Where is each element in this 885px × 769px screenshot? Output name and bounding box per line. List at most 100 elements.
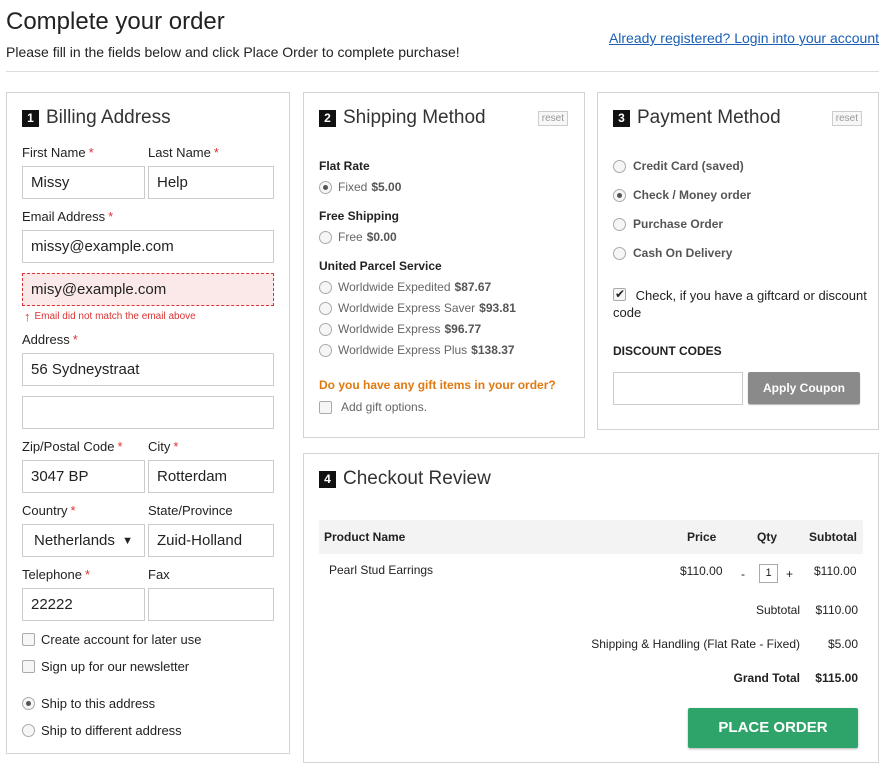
address-line2-input[interactable]: [22, 396, 274, 429]
fax-input[interactable]: [148, 588, 274, 621]
email-input[interactable]: [22, 230, 274, 263]
email-error-text: Email did not match the email above: [34, 311, 196, 322]
review-title: Checkout Review: [343, 468, 491, 489]
shipping-option[interactable]: Free $0.00: [319, 230, 397, 244]
payment-option[interactable]: Purchase Order: [613, 217, 723, 231]
shipping-option-label: Worldwide Express Plus: [338, 343, 468, 357]
grand-total-label: Grand Total: [733, 671, 800, 685]
checkbox-icon: [22, 633, 35, 646]
billing-title: Billing Address: [46, 107, 171, 128]
zip-label: Zip/Postal Code *: [22, 439, 123, 454]
telephone-input[interactable]: [22, 588, 145, 621]
country-selected-value: Netherlands: [34, 532, 115, 549]
payment-header: 3 Payment Method: [613, 107, 781, 129]
qty-input[interactable]: 1: [759, 564, 778, 583]
email-confirm-input[interactable]: [22, 273, 274, 306]
payment-option-label: Purchase Order: [633, 217, 724, 231]
radio-icon: [613, 159, 626, 173]
shipping-header: 2 Shipping Method: [319, 107, 486, 129]
last-name-input[interactable]: [148, 166, 274, 199]
payment-option-label: Cash On Delivery: [633, 246, 733, 260]
shipping-option-price: $93.81: [479, 301, 516, 315]
radio-icon: [319, 301, 332, 315]
shipping-option-label: Worldwide Expedited: [338, 280, 451, 294]
first-name-input[interactable]: [22, 166, 145, 199]
ship-same-label: Ship to this address: [41, 696, 156, 711]
newsletter-checkbox[interactable]: Sign up for our newsletter: [22, 659, 189, 674]
payment-reset-button[interactable]: reset: [831, 111, 862, 126]
shipping-option-price: $96.77: [444, 322, 482, 336]
apply-coupon-button[interactable]: Apply Coupon: [748, 372, 860, 404]
coupon-input[interactable]: [613, 372, 743, 405]
checkbox-checked-icon: [613, 286, 626, 303]
billing-panel: 1 Billing Address First Name * Last Name *…: [6, 92, 290, 754]
radio-icon: [319, 343, 332, 357]
review-panel: 4 Checkout Review Product Name Price Qty…: [303, 453, 879, 763]
giftcard-label: Check, if you have a giftcard or discoun…: [613, 288, 867, 320]
shipping-handling-value: $5.00: [827, 637, 858, 651]
create-account-checkbox[interactable]: Create account for later use: [22, 632, 201, 647]
radio-checked-icon: [319, 180, 332, 194]
qty-decrease-button[interactable]: -: [741, 567, 745, 581]
create-account-label: Create account for later use: [41, 632, 202, 647]
gift-options-checkbox[interactable]: Add gift options.: [319, 400, 427, 414]
step-number: 3: [613, 109, 630, 127]
shipping-option-label: Fixed: [338, 180, 368, 194]
shipping-option-price: $87.67: [454, 280, 492, 294]
shipping-option-label: Worldwide Express Saver: [338, 301, 476, 315]
shipping-option[interactable]: Fixed $5.00: [319, 180, 401, 194]
email-label: Email Address *: [22, 209, 114, 224]
zip-input[interactable]: [22, 460, 145, 493]
country-select[interactable]: Netherlands ▼: [22, 524, 145, 557]
payment-option-label: Credit Card (saved): [633, 159, 744, 173]
address-line1-input[interactable]: [22, 353, 274, 386]
login-link[interactable]: Already registered? Login into your acco…: [609, 30, 879, 46]
qty-increase-button[interactable]: +: [786, 567, 793, 581]
discount-codes-title: DISCOUNT CODES: [613, 344, 722, 358]
checkbox-icon: [319, 400, 332, 414]
shipping-option-label: Free: [338, 230, 363, 244]
last-name-label: Last Name *: [148, 145, 219, 160]
shipping-group-name: United Parcel Service: [319, 259, 442, 273]
subtotal-label: Subtotal: [755, 603, 800, 617]
payment-title: Payment Method: [637, 107, 781, 128]
shipping-option[interactable]: Worldwide Expedited $87.67: [319, 280, 491, 294]
shipping-option[interactable]: Worldwide Express Plus $138.37: [319, 343, 515, 357]
ship-different-label: Ship to different address: [41, 723, 182, 738]
billing-header: 1 Billing Address: [22, 107, 171, 129]
payment-option[interactable]: Cash On Delivery: [613, 246, 732, 260]
payment-option[interactable]: Credit Card (saved): [613, 159, 744, 173]
column-qty: Qty: [757, 530, 778, 544]
ship-different-radio[interactable]: Ship to different address: [22, 723, 182, 738]
radio-icon: [613, 246, 626, 260]
place-order-button[interactable]: PLACE ORDER: [688, 708, 858, 748]
shipping-title: Shipping Method: [343, 107, 486, 128]
subtotal-value: $110.00: [815, 603, 859, 617]
state-input[interactable]: [148, 524, 274, 557]
shipping-option[interactable]: Worldwide Express $96.77: [319, 322, 481, 336]
step-number: 4: [319, 470, 336, 488]
column-subtotal: Subtotal: [809, 530, 857, 544]
city-input[interactable]: [148, 460, 274, 493]
payment-option[interactable]: Check / Money order: [613, 188, 751, 202]
caret-down-icon: ▼: [122, 534, 133, 547]
state-label: State/Province: [148, 503, 233, 518]
country-label: Country *: [22, 503, 76, 518]
radio-icon: [613, 217, 626, 231]
address-label: Address *: [22, 332, 78, 347]
fax-label: Fax: [148, 567, 170, 582]
step-number: 2: [319, 109, 336, 127]
shipping-option-price: $0.00: [366, 230, 397, 244]
giftcard-checkbox[interactable]: Check, if you have a giftcard or discoun…: [613, 286, 868, 321]
shipping-reset-button[interactable]: reset: [537, 111, 568, 126]
ship-same-radio[interactable]: Ship to this address: [22, 696, 155, 711]
email-error-message: ↑ Email did not match the email above: [24, 309, 196, 324]
product-price: $110.00: [680, 564, 723, 578]
shipping-option[interactable]: Worldwide Express Saver $93.81: [319, 301, 516, 315]
shipping-panel: 2 Shipping Method reset Flat Rate Fixed …: [303, 92, 585, 438]
column-product-name: Product Name: [324, 530, 406, 544]
column-price: Price: [687, 530, 717, 544]
payment-option-label: Check / Money order: [633, 188, 752, 202]
shipping-option-label: Worldwide Express: [338, 322, 441, 336]
header-divider: [6, 71, 879, 72]
